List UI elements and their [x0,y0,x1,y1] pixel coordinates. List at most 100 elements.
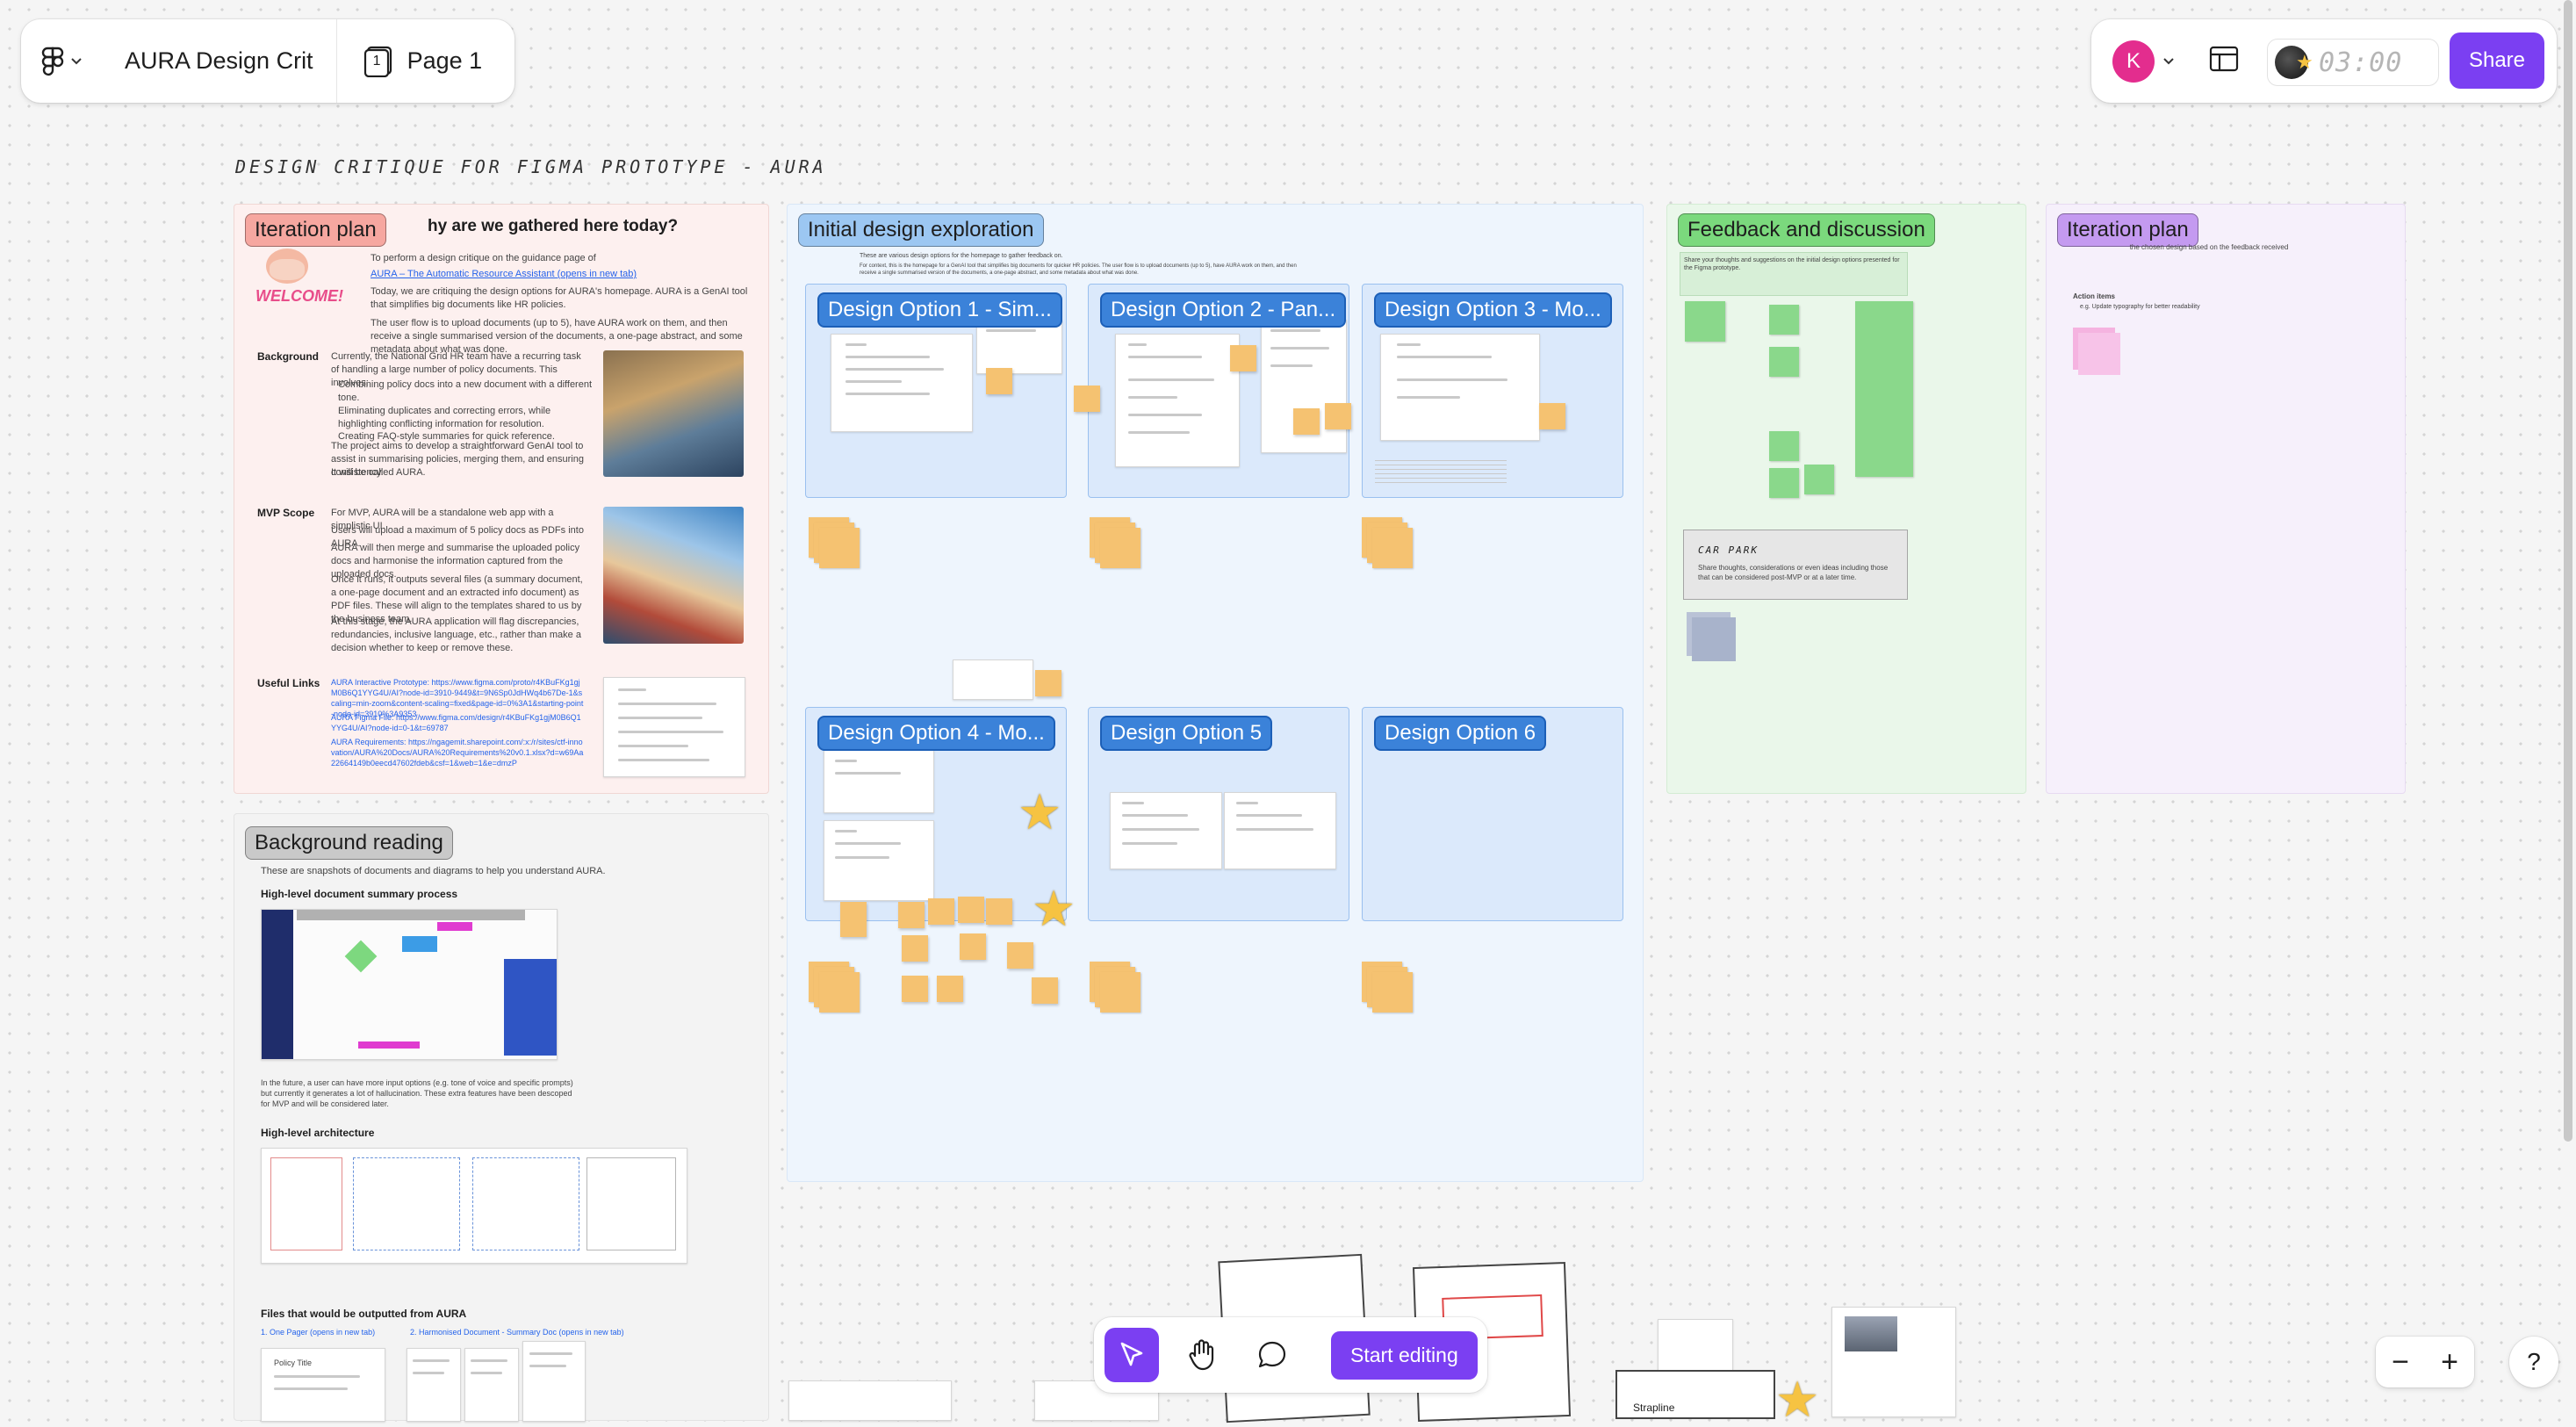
requirements-link[interactable]: AURA Requirements: https://ngagemit.shar… [331,737,586,768]
share-button[interactable]: Share [2450,32,2544,89]
sticky-note[interactable] [1293,408,1320,435]
layout-panel-icon [2209,46,2239,72]
sticky-note[interactable] [1769,347,1799,377]
sticky-stack[interactable] [1362,962,1413,1013]
avatar[interactable]: K [2112,40,2155,83]
sticky-note[interactable] [1804,465,1834,494]
vertical-scrollbar[interactable] [2564,0,2572,1142]
design-option-label: Design Option 6 [1374,716,1547,751]
sticky-note[interactable] [1032,977,1058,1004]
option-preview [976,320,1062,374]
welcome-text: WELCOME! [255,287,343,305]
sticky-stack[interactable] [1090,517,1140,568]
sticky-stack[interactable] [1362,517,1413,568]
comment-tool-button[interactable] [1245,1328,1299,1382]
typo-design-thumbnail [1658,1319,1733,1373]
sticky-note[interactable] [1035,670,1061,696]
sticky-note[interactable] [1230,345,1256,371]
summary-process-diagram [261,909,558,1060]
zoom-out-button[interactable]: − [2392,1345,2409,1380]
feedback-description: Share your thoughts and suggestions on t… [1680,252,1908,296]
sticky-note[interactable] [1855,301,1913,477]
chevron-down-icon [71,57,82,64]
sticky-stack[interactable] [2073,328,2124,378]
background-heading: Background [257,350,320,363]
building-thumbnail [1831,1307,1956,1417]
sticky-stack[interactable] [1090,962,1140,1013]
timer-widget[interactable]: ★ 03:00 [2267,39,2439,86]
sticky-note[interactable] [958,897,984,923]
layout-toggle-button[interactable] [2209,46,2239,76]
section-label: Iteration plan [2057,213,2198,247]
background-reading-section[interactable]: Background reading These are snapshots o… [234,813,769,1422]
file-title[interactable]: AURA Design Crit [102,19,337,103]
sticky-stack[interactable] [809,517,860,568]
feedback-section[interactable]: Feedback and discussion Share your thoug… [1666,204,2026,794]
start-editing-button[interactable]: Start editing [1331,1330,1478,1380]
iteration-description: the chosen design based on the feedback … [2129,243,2289,251]
output-file-thumbnail [522,1341,586,1422]
sticky-note[interactable] [937,976,963,1002]
sticky-note[interactable] [928,898,954,925]
help-button[interactable]: ? [2509,1337,2558,1387]
sticky-note[interactable] [902,976,928,1002]
timer-value: 03:00 [2319,47,2403,78]
avatar-menu[interactable]: K [2112,40,2174,83]
mvp-text: At this stage, the AURA application will… [331,616,581,653]
section-label: Feedback and discussion [1678,213,1935,247]
comment-icon [1258,1341,1286,1368]
sticky-note[interactable] [960,933,986,960]
star-sticker-icon: ★ [1018,784,1062,840]
design-option-label: Design Option 4 - Mo... [817,716,1055,751]
sticky-note[interactable] [898,902,925,928]
initial-design-exploration-section[interactable]: Initial design exploration These are var… [787,204,1644,1182]
chevron-down-icon [2163,57,2174,64]
zoom-controls: − + [2376,1337,2474,1387]
strapline-text: Strapline [1633,1402,1675,1414]
summary-doc-link[interactable]: 2. Harmonised Document - Summary Doc (op… [410,1327,624,1337]
sticky-note[interactable] [1539,403,1565,429]
main-menu-button[interactable] [21,19,102,103]
option-preview [1115,334,1240,467]
sticky-note[interactable] [1007,942,1033,969]
sketch-frame: Strapline [1615,1370,1775,1419]
one-pager-link[interactable]: 1. One Pager (opens in new tab) [261,1327,375,1337]
architecture-diagram [261,1148,687,1264]
sticky-stack[interactable] [1687,612,1738,663]
sticky-note[interactable] [840,902,867,937]
car-park-card[interactable]: CAR PARK Share thoughts, considerations … [1683,530,1908,600]
summary-process-heading: High-level document summary process [261,888,458,900]
sticky-note[interactable] [1325,403,1351,429]
hand-icon [1189,1339,1214,1371]
iteration-plan-section[interactable]: Iteration plan hy are we gathered here t… [234,204,769,794]
sticky-note[interactable] [902,935,928,962]
hand-tool-button[interactable] [1175,1328,1229,1382]
sticky-note[interactable] [1685,301,1725,342]
future-text: In the future, a user can have more inpu… [261,1078,573,1109]
iteration-plan-right-section[interactable]: Iteration plan the chosen design based o… [2046,204,2406,794]
section-description: For context, this is the homepage for a … [860,263,1297,277]
sticky-note[interactable] [1074,386,1100,412]
sticky-note[interactable] [1769,305,1799,335]
sticky-note[interactable] [1769,468,1799,498]
sticky-note[interactable] [1769,431,1799,461]
zoom-in-button[interactable]: + [2441,1345,2458,1380]
move-tool-button[interactable] [1105,1328,1159,1382]
figma-file-link[interactable]: AURA Figma File: https://www.figma.com/d… [331,712,586,733]
policy-title: Policy Title [274,1359,313,1367]
sticky-stack[interactable] [809,962,860,1013]
output-file-thumbnail [407,1348,461,1422]
mvp-heading: MVP Scope [257,507,315,519]
star-sticker-icon: ★ [1032,881,1076,936]
timer-sticker-icon: ★ [2275,46,2313,79]
output-file-thumbnail [464,1348,519,1422]
intro-link[interactable]: AURA – The Automatic Resource Assistant … [371,268,739,281]
sticky-note[interactable] [986,898,1012,925]
design-option-label: Design Option 1 - Sim... [817,292,1062,328]
typo-design-thumbnail [953,659,1033,700]
option-preview [824,750,934,813]
page-selector[interactable]: 1 Page 1 [337,46,482,77]
sticky-note[interactable] [986,368,1012,394]
intro-text: To perform a design critique on the guid… [371,253,596,263]
links-heading: Useful Links [257,677,320,689]
